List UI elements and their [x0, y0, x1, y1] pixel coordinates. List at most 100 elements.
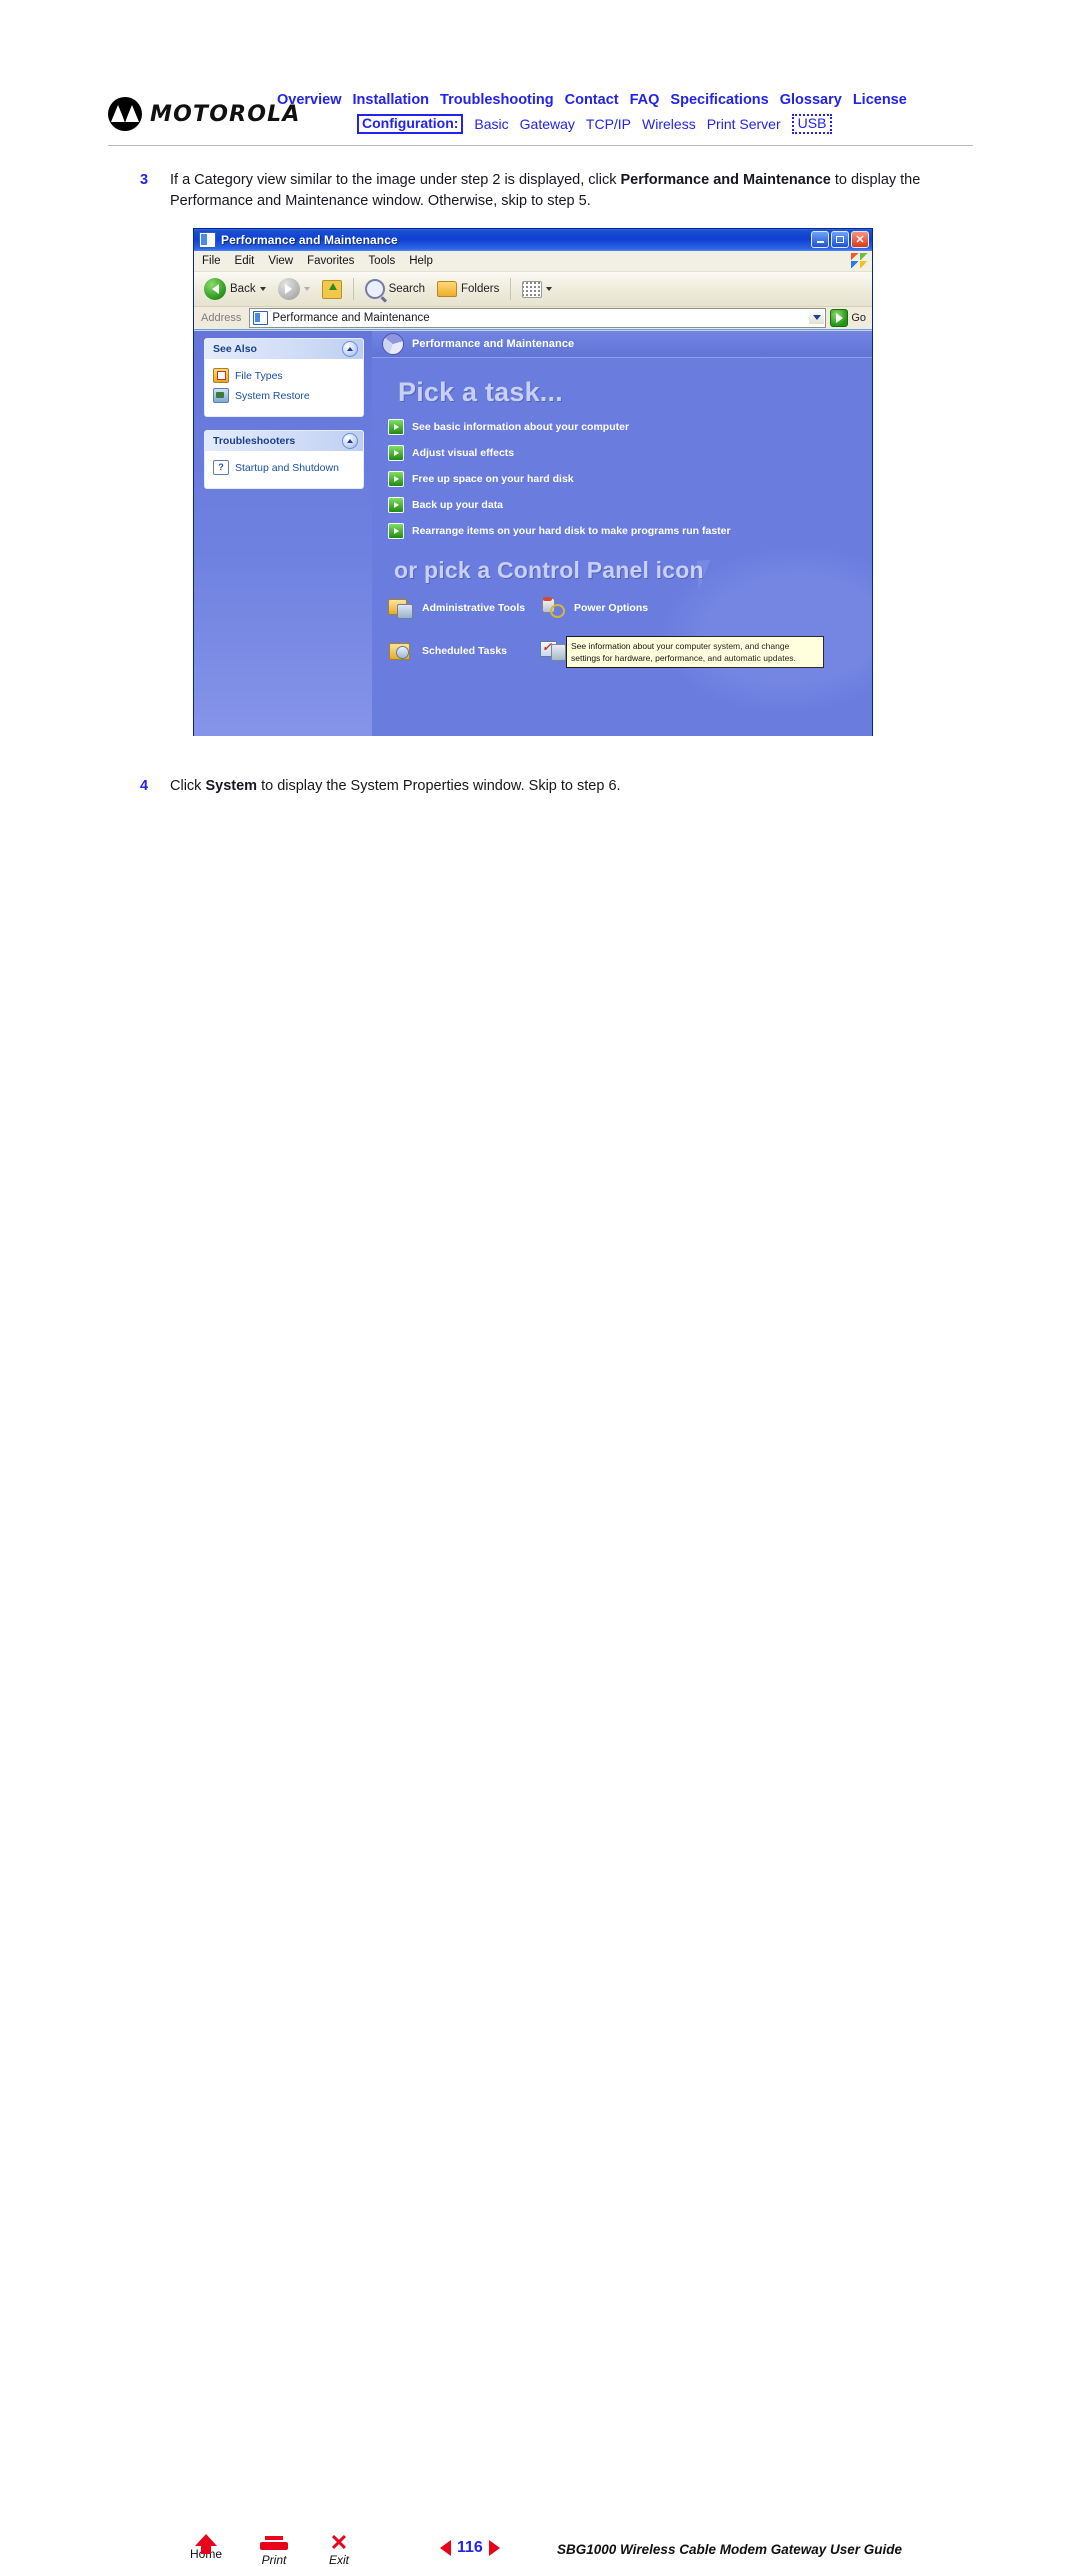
- see-also-panel: See Also File Types System Restore: [204, 338, 364, 417]
- menu-item-favorites[interactable]: Favorites: [307, 255, 354, 267]
- nav-link-faq[interactable]: FAQ: [630, 92, 660, 108]
- window-title: Performance and Maintenance: [221, 233, 398, 247]
- nav-label-configuration: Configuration:: [357, 114, 464, 134]
- troubleshooters-title: Troubleshooters: [213, 435, 296, 447]
- nav-link-wireless[interactable]: Wireless: [642, 116, 696, 132]
- previous-page-icon[interactable]: [440, 2540, 451, 2556]
- address-folder-icon: [253, 311, 269, 325]
- printer-icon: [260, 2536, 288, 2552]
- page-number: 116: [457, 2539, 483, 2556]
- chevron-up-icon[interactable]: [342, 341, 358, 357]
- nav-link-contact[interactable]: Contact: [565, 92, 619, 108]
- troubleshooters-body: ? Startup and Shutdown: [205, 451, 363, 488]
- troubleshooters-panel: Troubleshooters ? Startup and Shutdown: [204, 430, 364, 489]
- control-panel-item-power-options[interactable]: Power Options: [540, 596, 692, 620]
- home-button[interactable]: Home: [174, 2534, 238, 2561]
- page-footer: Home Print ✕ Exit 116 SBG1000 Wireless C…: [0, 1262, 1080, 2567]
- scheduled-tasks-icon: [388, 639, 414, 663]
- control-panel-label-power-options: Power Options: [574, 602, 649, 614]
- nav-link-glossary[interactable]: Glossary: [780, 92, 842, 108]
- window-icon: [199, 232, 216, 248]
- sidebar-item-file-types[interactable]: File Types: [213, 368, 357, 383]
- task-label-0: See basic information about your compute…: [412, 421, 630, 433]
- toolbar-separator-2: [510, 278, 512, 300]
- back-button[interactable]: Back: [200, 276, 270, 302]
- toolbar: Back Search Folders: [194, 272, 872, 307]
- print-button[interactable]: Print: [242, 2534, 306, 2567]
- folder-icon: [437, 281, 458, 297]
- chevron-up-icon-2[interactable]: [342, 433, 358, 449]
- troubleshooters-header[interactable]: Troubleshooters: [205, 431, 363, 451]
- close-button[interactable]: ✕: [851, 231, 869, 248]
- back-button-label: Back: [230, 283, 256, 295]
- up-button[interactable]: [318, 278, 346, 301]
- nav-link-usb-active[interactable]: USB: [791, 114, 833, 134]
- guide-title: SBG1000 Wireless Cable Modem Gateway Use…: [557, 2542, 903, 2557]
- menu-item-file[interactable]: File: [202, 255, 221, 267]
- back-dropdown-icon[interactable]: [259, 287, 266, 291]
- nav-link-troubleshooting[interactable]: Troubleshooting: [440, 92, 554, 108]
- nav-link-print-server[interactable]: Print Server: [707, 116, 781, 132]
- step-4: 4 Click System to display the System Pro…: [140, 776, 621, 797]
- arrow-right-icon-2: [388, 445, 404, 461]
- address-dropdown-button[interactable]: [809, 310, 825, 324]
- menu-item-view[interactable]: View: [268, 255, 293, 267]
- nav-link-basic[interactable]: Basic: [474, 116, 508, 132]
- views-dropdown-icon[interactable]: [546, 287, 553, 291]
- forward-button[interactable]: [274, 276, 314, 302]
- help-question-icon: ?: [213, 460, 229, 475]
- arrow-right-icon: [388, 419, 404, 435]
- nav-link-specifications[interactable]: Specifications: [670, 92, 768, 108]
- forward-dropdown-icon[interactable]: [303, 287, 310, 291]
- search-button[interactable]: Search: [361, 277, 429, 301]
- menu-item-tools[interactable]: Tools: [368, 255, 395, 267]
- task-free-up-space[interactable]: Free up space on your hard disk: [388, 471, 731, 487]
- address-bar: Address Performance and Maintenance Go: [194, 307, 872, 330]
- task-label-4: Rearrange items on your hard disk to mak…: [412, 525, 731, 537]
- menu-item-help[interactable]: Help: [409, 255, 433, 267]
- step-3-bold: Performance and Maintenance: [620, 172, 831, 188]
- task-rearrange-items[interactable]: Rearrange items on your hard disk to mak…: [388, 523, 731, 539]
- system-restore-icon: [213, 388, 229, 403]
- views-button[interactable]: [518, 279, 556, 300]
- nav-link-license[interactable]: License: [853, 92, 907, 108]
- see-also-header[interactable]: See Also: [205, 339, 363, 359]
- control-panel-heading: or pick a Control Panel icon: [394, 557, 704, 583]
- task-see-basic-information[interactable]: See basic information about your compute…: [388, 419, 731, 435]
- pager: 116: [440, 2539, 500, 2557]
- exit-button[interactable]: ✕ Exit: [307, 2532, 371, 2567]
- control-panel-item-administrative-tools[interactable]: Administrative Tools: [388, 596, 540, 620]
- main-pane: Performance and Maintenance Pick a task.…: [372, 331, 872, 736]
- step-4-text-b: to display the System Properties window.…: [257, 778, 621, 794]
- menu-item-edit[interactable]: Edit: [235, 255, 255, 267]
- window-titlebar[interactable]: Performance and Maintenance ✕: [194, 229, 872, 251]
- sidebar-item-startup-and-shutdown[interactable]: ? Startup and Shutdown: [213, 460, 357, 475]
- go-button[interactable]: Go: [830, 309, 869, 327]
- folders-button[interactable]: Folders: [433, 279, 503, 299]
- task-adjust-visual-effects[interactable]: Adjust visual effects: [388, 445, 731, 461]
- nav-link-tcpip[interactable]: TCP/IP: [586, 116, 631, 132]
- views-icon: [522, 280, 543, 298]
- task-back-up-your-data[interactable]: Back up your data: [388, 497, 731, 513]
- sidebar-item-system-restore[interactable]: System Restore: [213, 388, 357, 403]
- control-panel-item-scheduled-tasks[interactable]: Scheduled Tasks: [388, 639, 540, 663]
- up-folder-icon: [321, 279, 342, 299]
- performance-and-maintenance-icon: [382, 333, 404, 355]
- header-divider: [108, 145, 973, 146]
- sidebar-item-file-types-label: File Types: [235, 369, 283, 382]
- nav-link-overview[interactable]: Overview: [277, 92, 342, 108]
- address-input[interactable]: Performance and Maintenance: [249, 308, 827, 328]
- maximize-button[interactable]: [831, 231, 849, 248]
- file-types-icon: [213, 368, 229, 383]
- minimize-button[interactable]: [811, 231, 829, 248]
- next-page-icon[interactable]: [488, 2540, 500, 2556]
- nav-link-installation[interactable]: Installation: [353, 92, 430, 108]
- performance-and-maintenance-window: Performance and Maintenance ✕ File Edit …: [193, 228, 873, 736]
- sidebar-item-system-restore-label: System Restore: [235, 389, 310, 402]
- step-4-text: Click System to display the System Prope…: [170, 776, 621, 797]
- task-label-2: Free up space on your hard disk: [412, 473, 574, 485]
- system-icon: ✓: [540, 639, 566, 663]
- back-arrow-icon: [204, 278, 226, 300]
- nav-link-gateway[interactable]: Gateway: [520, 116, 575, 132]
- window-controls: ✕: [811, 231, 869, 248]
